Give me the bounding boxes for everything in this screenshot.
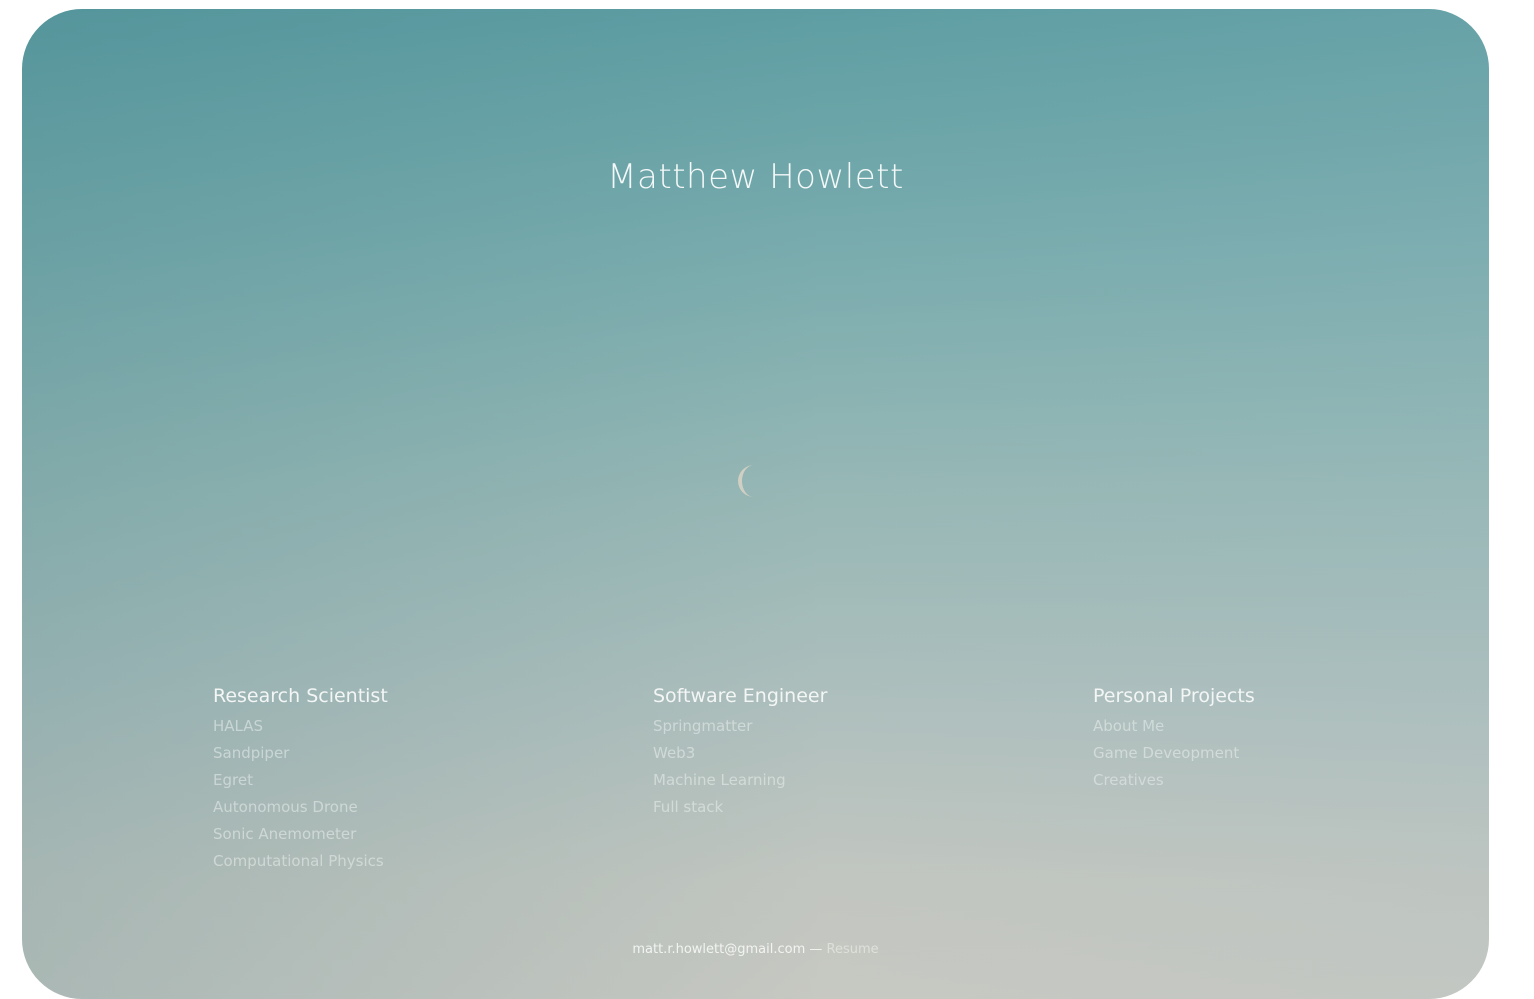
link-springmatter[interactable]: Springmatter <box>653 713 827 740</box>
link-web3[interactable]: Web3 <box>653 740 827 767</box>
column-heading: Software Engineer <box>653 685 828 707</box>
link-full-stack[interactable]: Full stack <box>653 794 827 821</box>
column-heading: Research Scientist <box>213 685 388 707</box>
link-creatives[interactable]: Creatives <box>1093 767 1255 794</box>
link-machine-learning[interactable]: Machine Learning <box>653 767 827 794</box>
column-research-scientist: Research Scientist HALAS Sandpiper Egret… <box>213 685 388 875</box>
column-software-engineer: Software Engineer Springmatter Web3 Mach… <box>653 685 827 821</box>
link-autonomous-drone[interactable]: Autonomous Drone <box>213 794 388 821</box>
link-halas[interactable]: HALAS <box>213 713 388 740</box>
email-text[interactable]: matt.r.howlett@gmail.com <box>632 942 805 957</box>
link-sonic-anemometer[interactable]: Sonic Anemometer <box>213 821 388 848</box>
link-egret[interactable]: Egret <box>213 767 388 794</box>
link-game-development[interactable]: Game Deveopment <box>1093 740 1255 767</box>
footer: matt.r.howlett@gmail.com — Resume <box>22 942 1489 957</box>
link-sandpiper[interactable]: Sandpiper <box>213 740 388 767</box>
link-computational-physics[interactable]: Computational Physics <box>213 848 388 875</box>
column-personal-projects: Personal Projects About Me Game Deveopme… <box>1093 685 1255 794</box>
resume-link[interactable]: Resume <box>827 942 879 957</box>
link-about-me[interactable]: About Me <box>1093 713 1255 740</box>
footer-separator: — <box>805 942 827 957</box>
moon-icon <box>738 465 754 497</box>
page-title: Matthew Howlett <box>607 157 904 197</box>
column-heading: Personal Projects <box>1093 685 1255 707</box>
hero-background: Matthew Howlett Research Scientist HALAS… <box>22 9 1489 999</box>
